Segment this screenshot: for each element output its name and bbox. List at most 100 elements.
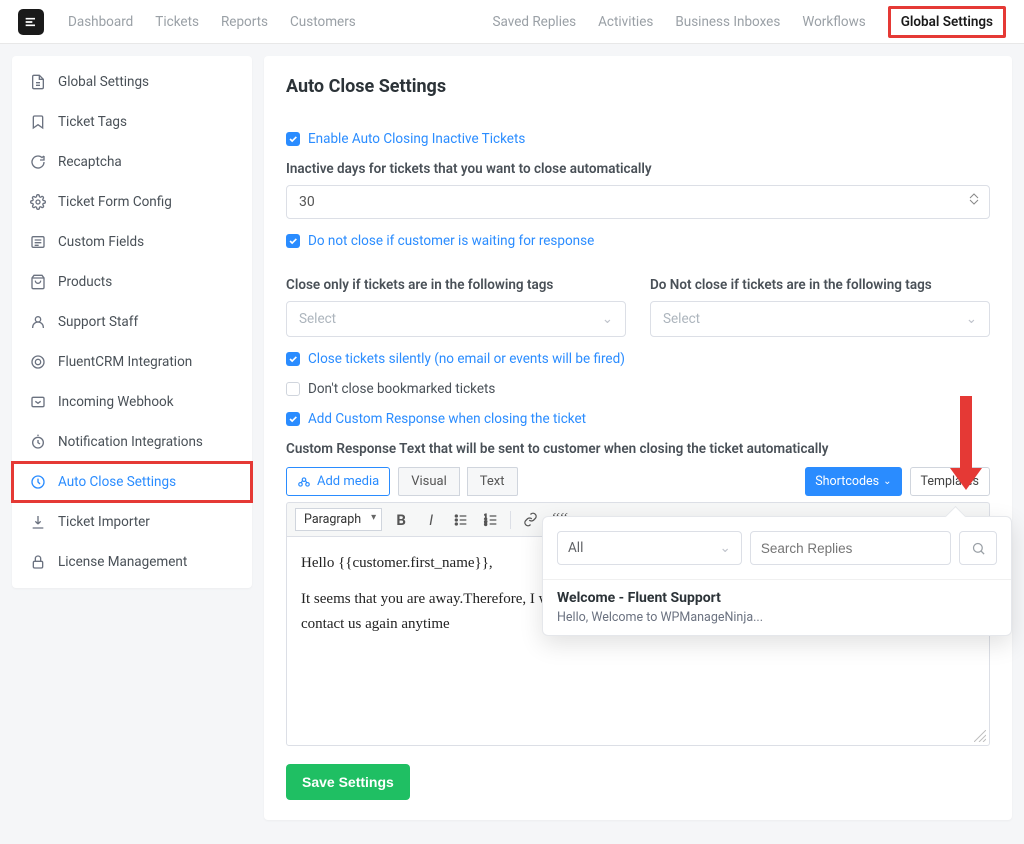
checkbox-enable-auto-close[interactable]: Enable Auto Closing Inactive Tickets [286,131,990,147]
template-item[interactable]: Welcome - Fluent Support Hello, Welcome … [543,579,1011,635]
sidebar-item-label: Products [58,274,112,290]
checkbox-icon [286,382,300,396]
checkbox-icon [286,412,300,426]
dont-close-tags-select[interactable]: Select ⌄ [650,301,990,337]
templates-popover: All ⌄ Welcome - Fluent Support Hello, We… [542,516,1012,636]
download-icon [30,514,46,530]
select-placeholder: Select [663,311,700,327]
add-media-label: Add media [317,474,379,489]
sidebar-item-ticket-importer[interactable]: Ticket Importer [12,502,252,542]
checkbox-close-silently[interactable]: Close tickets silently (no email or even… [286,351,990,367]
checkbox-icon [286,352,300,366]
link-icon [30,354,46,370]
bag-icon [30,274,46,290]
sidebar-item-label: Incoming Webhook [58,394,174,410]
checkbox-icon [286,234,300,248]
svg-text:3: 3 [484,521,487,527]
popover-search-input[interactable] [750,531,951,565]
sidebar-item-label: Ticket Form Config [58,194,172,210]
inactive-days-value: 30 [299,194,315,210]
settings-sidebar: Global Settings Ticket Tags Recaptcha Ti… [12,56,252,588]
chevron-down-icon: ⌄ [883,476,891,487]
sidebar-item-support-staff[interactable]: Support Staff [12,302,252,342]
bold-icon[interactable]: B [390,509,412,531]
checkbox-label: Enable Auto Closing Inactive Tickets [308,131,525,147]
sidebar-item-label: Auto Close Settings [58,474,176,490]
checkbox-label: Don't close bookmarked tickets [308,381,495,397]
checkbox-add-custom-response[interactable]: Add Custom Response when closing the tic… [286,411,990,427]
numbered-list-icon[interactable]: 123 [480,509,502,531]
tab-text[interactable]: Text [467,467,518,496]
sidebar-item-incoming-webhook[interactable]: Incoming Webhook [12,382,252,422]
checkbox-label: Add Custom Response when closing the tic… [308,411,586,427]
nav-workflows[interactable]: Workflows [802,14,865,30]
popover-search-button[interactable] [959,531,997,565]
nav-business-inboxes[interactable]: Business Inboxes [675,14,780,30]
tab-visual[interactable]: Visual [398,467,460,496]
editor-top-toolbar: Add media Visual Text Shortcodes ⌄ Templ… [286,467,990,496]
nav-activities[interactable]: Activities [598,14,653,30]
user-icon [30,314,46,330]
paragraph-select[interactable]: Paragraph [295,508,382,531]
italic-icon[interactable]: I [420,509,442,531]
checkbox-no-close-waiting[interactable]: Do not close if customer is waiting for … [286,233,990,249]
popover-filter-label: All [568,540,583,556]
sidebar-item-label: Ticket Tags [58,114,127,130]
number-spinner-icon[interactable] [969,193,983,211]
sidebar-item-ticket-form-config[interactable]: Ticket Form Config [12,182,252,222]
shortcodes-label: Shortcodes [815,474,879,489]
sidebar-item-recaptcha[interactable]: Recaptcha [12,142,252,182]
sidebar-item-label: Recaptcha [58,154,122,170]
nav-right-group: Saved Replies Activities Business Inboxe… [493,6,1006,38]
custom-response-label: Custom Response Text that will be sent t… [286,441,990,457]
checkbox-label: Do not close if customer is waiting for … [308,233,594,249]
app-logo [18,9,44,35]
chevron-down-icon: ⌄ [602,311,613,327]
templates-button[interactable]: Templates [910,467,990,496]
link-icon[interactable] [519,509,541,531]
document-icon [30,74,46,90]
sidebar-item-products[interactable]: Products [12,262,252,302]
page-title: Auto Close Settings [264,56,1012,117]
nav-dashboard[interactable]: Dashboard [68,14,133,30]
sidebar-item-label: Notification Integrations [58,434,203,450]
sidebar-item-auto-close-settings[interactable]: Auto Close Settings [12,462,252,502]
nav-tickets[interactable]: Tickets [155,14,199,30]
popover-filter-select[interactable]: All ⌄ [557,531,742,565]
chevron-down-icon: ⌄ [966,311,977,327]
bookmark-icon [30,114,46,130]
nav-reports[interactable]: Reports [221,14,268,30]
add-media-button[interactable]: Add media [286,467,390,496]
sidebar-item-custom-fields[interactable]: Custom Fields [12,222,252,262]
chevron-down-icon: ⌄ [720,540,731,556]
checkbox-dont-close-bookmarked[interactable]: Don't close bookmarked tickets [286,381,990,397]
bullet-list-icon[interactable] [450,509,472,531]
clock-icon [30,474,46,490]
sidebar-item-label: License Management [58,554,187,570]
sidebar-item-label: Ticket Importer [58,514,150,530]
recaptcha-icon [30,154,46,170]
gear-icon [30,194,46,210]
sidebar-item-notification-integrations[interactable]: Notification Integrations [12,422,252,462]
checkbox-icon [286,132,300,146]
main-panel: Auto Close Settings Enable Auto Closing … [264,56,1012,820]
sidebar-item-ticket-tags[interactable]: Ticket Tags [12,102,252,142]
shortcodes-button[interactable]: Shortcodes ⌄ [805,467,901,496]
sidebar-item-label: Custom Fields [58,234,144,250]
inactive-days-input[interactable]: 30 [286,185,990,219]
nav-customers[interactable]: Customers [290,14,356,30]
sidebar-item-global-settings[interactable]: Global Settings [12,62,252,102]
bell-icon [30,434,46,450]
inactive-days-label: Inactive days for tickets that you want … [286,161,990,177]
webhook-icon [30,394,46,410]
top-nav: Dashboard Tickets Reports Customers Save… [0,0,1024,44]
save-settings-button[interactable]: Save Settings [286,764,410,800]
close-only-tags-select[interactable]: Select ⌄ [286,301,626,337]
sidebar-item-fluentcrm[interactable]: FluentCRM Integration [12,342,252,382]
resize-grip-icon[interactable] [974,730,986,742]
sidebar-item-license-management[interactable]: License Management [12,542,252,582]
lock-icon [30,554,46,570]
sidebar-item-label: Global Settings [58,74,149,90]
nav-global-settings[interactable]: Global Settings [888,6,1006,38]
nav-saved-replies[interactable]: Saved Replies [493,14,577,30]
